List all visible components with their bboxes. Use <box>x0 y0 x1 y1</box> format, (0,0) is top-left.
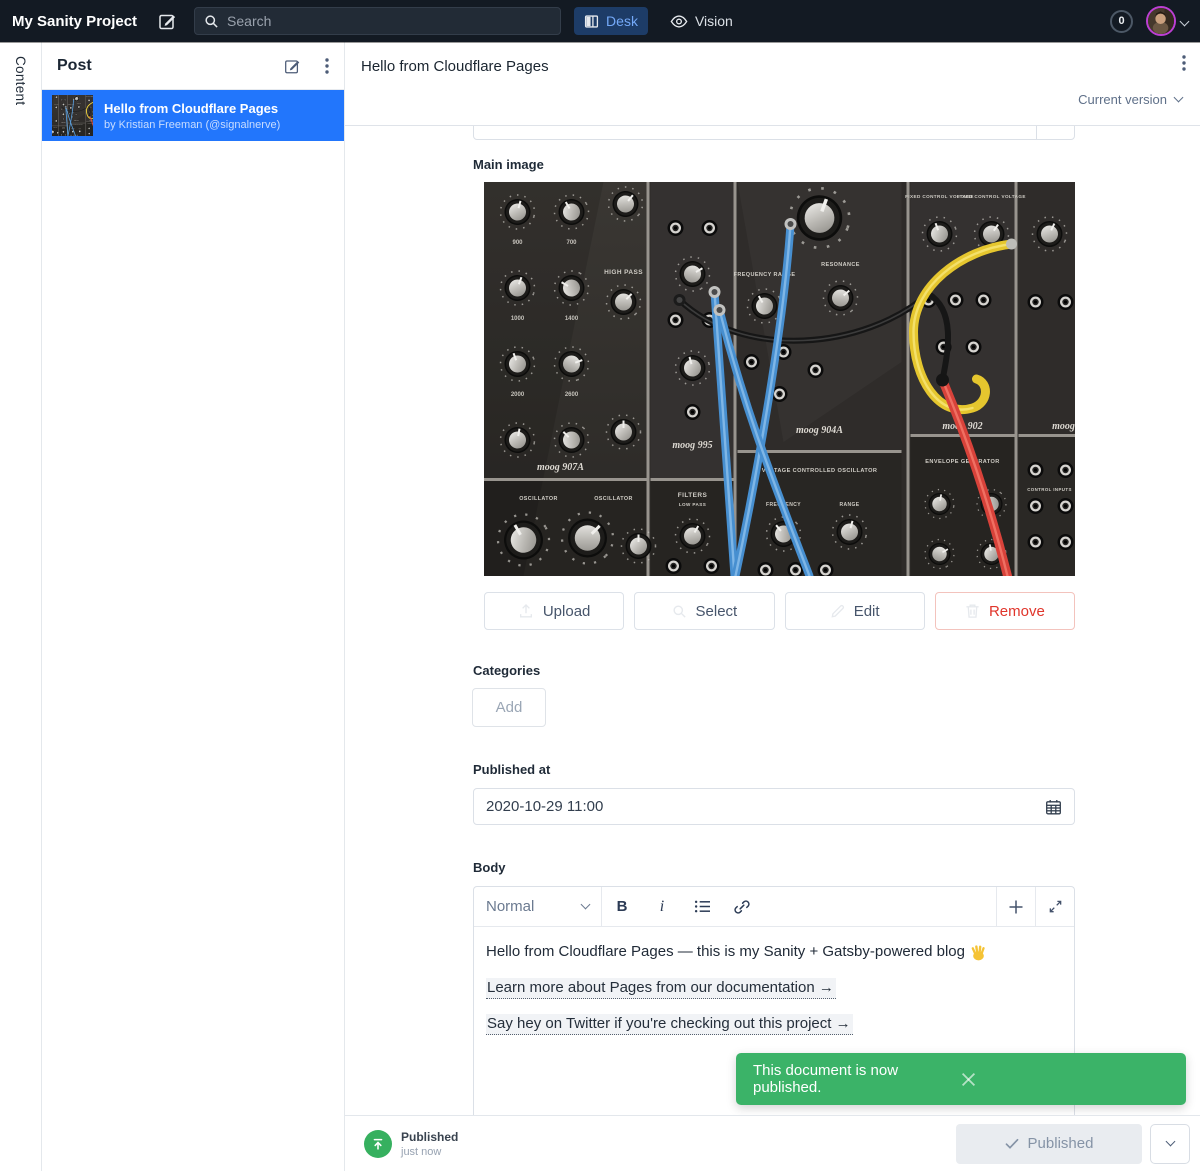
edit-button-label: Edit <box>854 603 880 620</box>
image-button-row: Upload Select Edit <box>484 592 1075 630</box>
search-icon <box>672 604 687 619</box>
document-footer: Published just now Published <box>345 1115 1200 1171</box>
new-document-icon[interactable] <box>157 11 177 31</box>
create-new-post-icon[interactable] <box>283 57 301 75</box>
project-title: My Sanity Project <box>12 13 137 30</box>
link-button[interactable] <box>722 887 762 926</box>
check-icon <box>1005 1138 1019 1150</box>
close-icon[interactable] <box>961 1072 1169 1087</box>
publish-button-label: Published <box>1028 1135 1094 1152</box>
list-item-post[interactable]: Hello from Cloudflare Pages by Kristian … <box>42 90 344 141</box>
post-item-text: Hello from Cloudflare Pages by Kristian … <box>104 101 280 131</box>
bold-button[interactable]: B <box>602 887 642 926</box>
document-menu-icon[interactable] <box>1182 55 1186 71</box>
toast-message: This document is now published. <box>753 1062 961 1096</box>
publish-status-text: Published just now <box>401 1130 458 1158</box>
version-label: Current version <box>1078 92 1167 107</box>
published-status-icon <box>364 1130 392 1158</box>
style-select[interactable]: Normal <box>474 887 602 926</box>
post-panel-title: Post <box>57 57 283 75</box>
post-list-panel: Post Hello from Cloudflare Pages by Kris… <box>42 42 345 1171</box>
style-select-value: Normal <box>486 898 534 915</box>
partial-field-divider <box>1036 126 1037 139</box>
user-menu-chevron-icon[interactable] <box>1181 12 1188 30</box>
publish-button[interactable]: Published <box>956 1124 1142 1164</box>
body-label: Body <box>473 860 506 875</box>
published-at-label: Published at <box>473 762 550 777</box>
main-image-preview[interactable] <box>484 182 1075 576</box>
post-item-subtitle: by Kristian Freeman (@signalnerve) <box>104 119 280 131</box>
expand-editor-button[interactable] <box>1035 887 1074 926</box>
upload-button-label: Upload <box>543 603 591 620</box>
chevron-down-icon <box>1174 93 1184 103</box>
published-at-input[interactable]: 2020-10-29 11:00 <box>473 788 1075 825</box>
document-form: Main image Upload <box>345 126 1200 1115</box>
select-button[interactable]: Select <box>634 592 774 630</box>
body-link-line: Say hey on Twitter if you're checking ou… <box>486 1013 1062 1035</box>
post-panel-header: Post <box>42 42 344 90</box>
tab-desk-label: Desk <box>606 13 638 29</box>
publish-menu-button[interactable] <box>1150 1124 1190 1164</box>
categories-label: Categories <box>473 663 540 678</box>
insert-block-button[interactable] <box>996 887 1035 926</box>
link-documentation[interactable]: Learn more about Pages from our document… <box>486 978 836 999</box>
desk-icon <box>584 14 599 29</box>
chevron-down-icon <box>1165 1137 1175 1147</box>
select-button-label: Select <box>696 603 738 620</box>
rail-label[interactable]: Content <box>13 56 28 105</box>
content-rail: Content <box>0 42 42 1171</box>
body-link-line: Learn more about Pages from our document… <box>486 977 1062 999</box>
link-twitter[interactable]: Say hey on Twitter if you're checking ou… <box>486 1014 853 1035</box>
italic-button[interactable]: i <box>642 887 682 926</box>
avatar[interactable] <box>1146 6 1176 36</box>
remove-button-label: Remove <box>989 603 1045 620</box>
add-category-button[interactable]: Add <box>472 688 546 727</box>
body-toolbar: Normal B i <box>474 887 1074 927</box>
document-title: Hello from Cloudflare Pages <box>361 58 549 75</box>
eye-icon <box>670 15 688 28</box>
tab-vision-label: Vision <box>695 13 733 29</box>
version-selector[interactable]: Current version <box>1078 92 1182 107</box>
edit-button[interactable]: Edit <box>785 592 925 630</box>
add-button-label: Add <box>496 699 523 716</box>
upload-icon <box>518 603 534 619</box>
search-input[interactable]: Search <box>194 7 561 35</box>
post-panel-menu-icon[interactable] <box>325 58 329 74</box>
document-header: Hello from Cloudflare Pages Current vers… <box>345 42 1200 126</box>
sanity-studio: My Sanity Project Search <box>0 0 1200 1171</box>
trash-icon <box>965 603 980 619</box>
search-icon <box>204 14 219 29</box>
post-thumbnail <box>52 95 93 136</box>
publish-toast: This document is now published. <box>736 1053 1186 1105</box>
bullet-list-button[interactable] <box>682 887 722 926</box>
calendar-icon[interactable] <box>1045 799 1062 815</box>
search-placeholder: Search <box>227 13 271 29</box>
body-paragraph: Hello from Cloudflare Pages — this is my… <box>486 941 1062 963</box>
top-navbar: My Sanity Project Search <box>0 0 1200 42</box>
document-pane: Hello from Cloudflare Pages Current vers… <box>345 42 1200 1171</box>
partial-field-input[interactable] <box>473 126 1075 140</box>
toolbar-right <box>996 887 1074 926</box>
upload-button[interactable]: Upload <box>484 592 624 630</box>
remove-button[interactable]: Remove <box>935 592 1075 630</box>
notification-count-badge[interactable]: 0 <box>1110 10 1133 33</box>
publish-status-title: Published <box>401 1130 458 1144</box>
chevron-down-icon <box>581 900 591 910</box>
post-item-title: Hello from Cloudflare Pages <box>104 101 280 117</box>
body-content[interactable]: Hello from Cloudflare Pages — this is my… <box>474 927 1074 1063</box>
publish-status-time: just now <box>401 1146 458 1158</box>
published-at-value: 2020-10-29 11:00 <box>486 798 603 815</box>
main-image-label: Main image <box>473 157 544 172</box>
tab-desk[interactable]: Desk <box>574 7 648 35</box>
tab-vision[interactable]: Vision <box>661 7 742 35</box>
pencil-icon <box>830 604 845 619</box>
wave-emoji <box>970 944 987 961</box>
